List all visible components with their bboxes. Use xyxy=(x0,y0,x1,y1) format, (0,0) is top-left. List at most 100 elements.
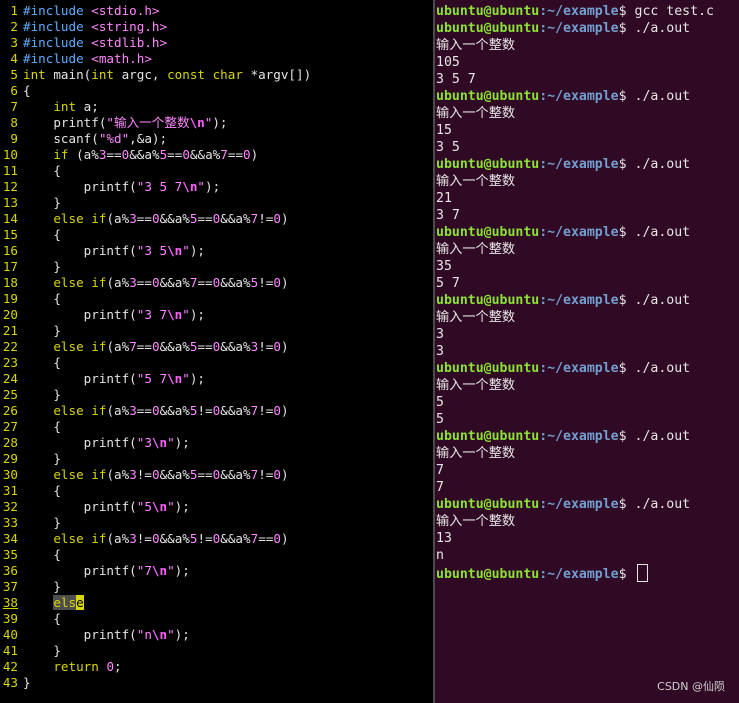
code-line[interactable]: 22 else if(a%7==0&&a%5==0&&a%3!=0) xyxy=(0,339,289,355)
code-text[interactable]: printf("5 7\n"); xyxy=(23,371,205,386)
terminal-output-line: 105 xyxy=(436,55,460,70)
code-line[interactable]: 15 { xyxy=(0,227,61,243)
code-text[interactable]: { xyxy=(23,83,31,98)
code-text[interactable]: else if(a%3==0&&a%5!=0&&a%7!=0) xyxy=(23,403,288,418)
code-line[interactable]: 5 int main(int argc, const char *argv[]) xyxy=(0,67,311,83)
code-line[interactable]: 26 else if(a%3==0&&a%5!=0&&a%7!=0) xyxy=(0,403,289,419)
prompt-path: :~/example xyxy=(539,429,619,444)
code-line[interactable]: 25 } xyxy=(0,387,61,403)
code-text[interactable]: } xyxy=(23,387,61,402)
code-text[interactable]: else if(a%3==0&&a%7==0&&a%5!=0) xyxy=(23,275,288,290)
code-text[interactable]: scanf("%d",&a); xyxy=(23,131,167,146)
code-text[interactable]: { xyxy=(23,355,61,370)
code-line[interactable]: 2 #include <string.h> xyxy=(0,19,167,35)
line-number: 7 xyxy=(10,99,18,114)
code-line[interactable]: 27 { xyxy=(0,419,61,435)
code-line[interactable]: 19 { xyxy=(0,291,61,307)
code-text[interactable]: } xyxy=(23,579,61,594)
code-line[interactable]: 33 } xyxy=(0,515,61,531)
code-text[interactable]: } xyxy=(23,323,61,338)
code-line[interactable]: 34 else if(a%3!=0&&a%5!=0&&a%7==0) xyxy=(0,531,289,547)
code-line[interactable]: 7 int a; xyxy=(0,99,99,115)
terminal-pane[interactable]: ubuntu@ubuntu:~/example$ gcc test.c ubunt… xyxy=(435,0,739,703)
code-text[interactable]: { xyxy=(23,611,61,626)
code-text[interactable]: else if(a%3!=0&&a%5==0&&a%7!=0) xyxy=(23,467,288,482)
code-line[interactable]: 32 printf("5\n"); xyxy=(0,499,190,515)
code-line[interactable]: 36 printf("7\n"); xyxy=(0,563,190,579)
code-text[interactable]: if (a%3==0&&a%5==0&&a%7==0) xyxy=(23,147,258,162)
code-text[interactable]: { xyxy=(23,291,61,306)
terminal-prompt-line: ubuntu@ubuntu:~/example$ ./a.out xyxy=(436,428,690,445)
code-line[interactable]: 37 } xyxy=(0,579,61,595)
code-text[interactable]: #include <stdio.h> xyxy=(23,3,160,18)
code-text[interactable]: else if(a%3==0&&a%5==0&&a%7!=0) xyxy=(23,211,288,226)
code-text[interactable]: #include <math.h> xyxy=(23,51,152,66)
line-number: 24 xyxy=(2,371,18,386)
code-line[interactable]: 14 else if(a%3==0&&a%5==0&&a%7!=0) xyxy=(0,211,289,227)
code-line[interactable]: 38 else xyxy=(0,595,84,611)
code-text[interactable]: { xyxy=(23,227,61,242)
code-text[interactable]: #include <stdlib.h> xyxy=(23,35,167,50)
code-line[interactable]: 12 printf("3 5 7\n"); xyxy=(0,179,220,195)
prompt-user: ubuntu@ubuntu xyxy=(436,4,540,19)
code-text[interactable]: } xyxy=(23,643,61,658)
code-line[interactable]: 43} xyxy=(0,675,31,691)
code-line[interactable]: 10 if (a%3==0&&a%5==0&&a%7==0) xyxy=(0,147,258,163)
code-text[interactable]: } xyxy=(23,195,61,210)
code-text[interactable]: { xyxy=(23,483,61,498)
code-text[interactable]: } xyxy=(23,515,61,530)
code-line[interactable]: 13 } xyxy=(0,195,61,211)
code-text[interactable]: printf("3\n"); xyxy=(23,435,190,450)
code-line[interactable]: 29 } xyxy=(0,451,61,467)
code-line[interactable]: 42 return 0; xyxy=(0,659,122,675)
terminal-output-line: 输入一个整数 xyxy=(436,242,516,257)
code-line[interactable]: 20 printf("3 7\n"); xyxy=(0,307,205,323)
code-text[interactable]: printf("3 7\n"); xyxy=(23,307,205,322)
code-text[interactable]: return 0; xyxy=(23,659,121,674)
code-text[interactable]: else if(a%3!=0&&a%5!=0&&a%7==0) xyxy=(23,531,288,546)
code-line[interactable]: 17 } xyxy=(0,259,61,275)
code-line[interactable]: 28 printf("3\n"); xyxy=(0,435,190,451)
code-text[interactable]: printf("5\n"); xyxy=(23,499,190,514)
code-line[interactable]: 4 #include <math.h> xyxy=(0,51,152,67)
code-line[interactable]: 9 scanf("%d",&a); xyxy=(0,131,167,147)
code-line[interactable]: 16 printf("3 5\n"); xyxy=(0,243,205,259)
terminal-cursor[interactable] xyxy=(636,564,648,582)
code-text[interactable]: } xyxy=(23,259,61,274)
code-line[interactable]: 30 else if(a%3!=0&&a%5==0&&a%7!=0) xyxy=(0,467,289,483)
code-line[interactable]: 31 { xyxy=(0,483,61,499)
code-line[interactable]: 24 printf("5 7\n"); xyxy=(0,371,205,387)
code-line[interactable]: 1 #include <stdio.h> xyxy=(0,3,160,19)
line-number: 39 xyxy=(2,611,18,626)
code-line[interactable]: 23 { xyxy=(0,355,61,371)
code-text[interactable]: } xyxy=(23,451,61,466)
code-text[interactable]: printf("3 5 7\n"); xyxy=(23,179,221,194)
code-line[interactable]: 39 { xyxy=(0,611,61,627)
code-line[interactable]: 41 } xyxy=(0,643,61,659)
code-line[interactable]: 21 } xyxy=(0,323,61,339)
terminal-output-line: 5 xyxy=(436,412,444,427)
code-line[interactable]: 18 else if(a%3==0&&a%7==0&&a%5!=0) xyxy=(0,275,289,291)
code-text[interactable]: int a; xyxy=(23,99,99,114)
code-line[interactable]: 6{ xyxy=(0,83,31,99)
code-text[interactable]: else if(a%7==0&&a%5==0&&a%3!=0) xyxy=(23,339,288,354)
code-line[interactable]: 3 #include <stdlib.h> xyxy=(0,35,167,51)
code-text[interactable]: { xyxy=(23,547,61,562)
code-text[interactable]: printf("7\n"); xyxy=(23,563,190,578)
code-text[interactable]: printf("3 5\n"); xyxy=(23,243,205,258)
code-line[interactable]: 35 { xyxy=(0,547,61,563)
line-number: 11 xyxy=(2,163,18,178)
code-text[interactable]: printf("n\n"); xyxy=(23,627,190,642)
code-text[interactable]: } xyxy=(23,675,31,690)
code-text[interactable]: { xyxy=(23,163,61,178)
code-text[interactable]: int main(int argc, const char *argv[]) xyxy=(23,67,311,82)
code-text[interactable]: printf("输入一个整数\n"); xyxy=(23,115,227,130)
code-line[interactable]: 11 { xyxy=(0,163,61,179)
code-text[interactable]: { xyxy=(23,419,61,434)
vim-editor-pane[interactable]: 1 #include <stdio.h> 2 #include <string.h> 3… xyxy=(0,0,433,703)
code-text[interactable]: #include <string.h> xyxy=(23,19,167,34)
code-text[interactable]: else xyxy=(23,595,84,610)
code-line[interactable]: 8 printf("输入一个整数\n"); xyxy=(0,115,227,131)
prompt-suffix: $ xyxy=(618,567,635,582)
code-line[interactable]: 40 printf("n\n"); xyxy=(0,627,190,643)
